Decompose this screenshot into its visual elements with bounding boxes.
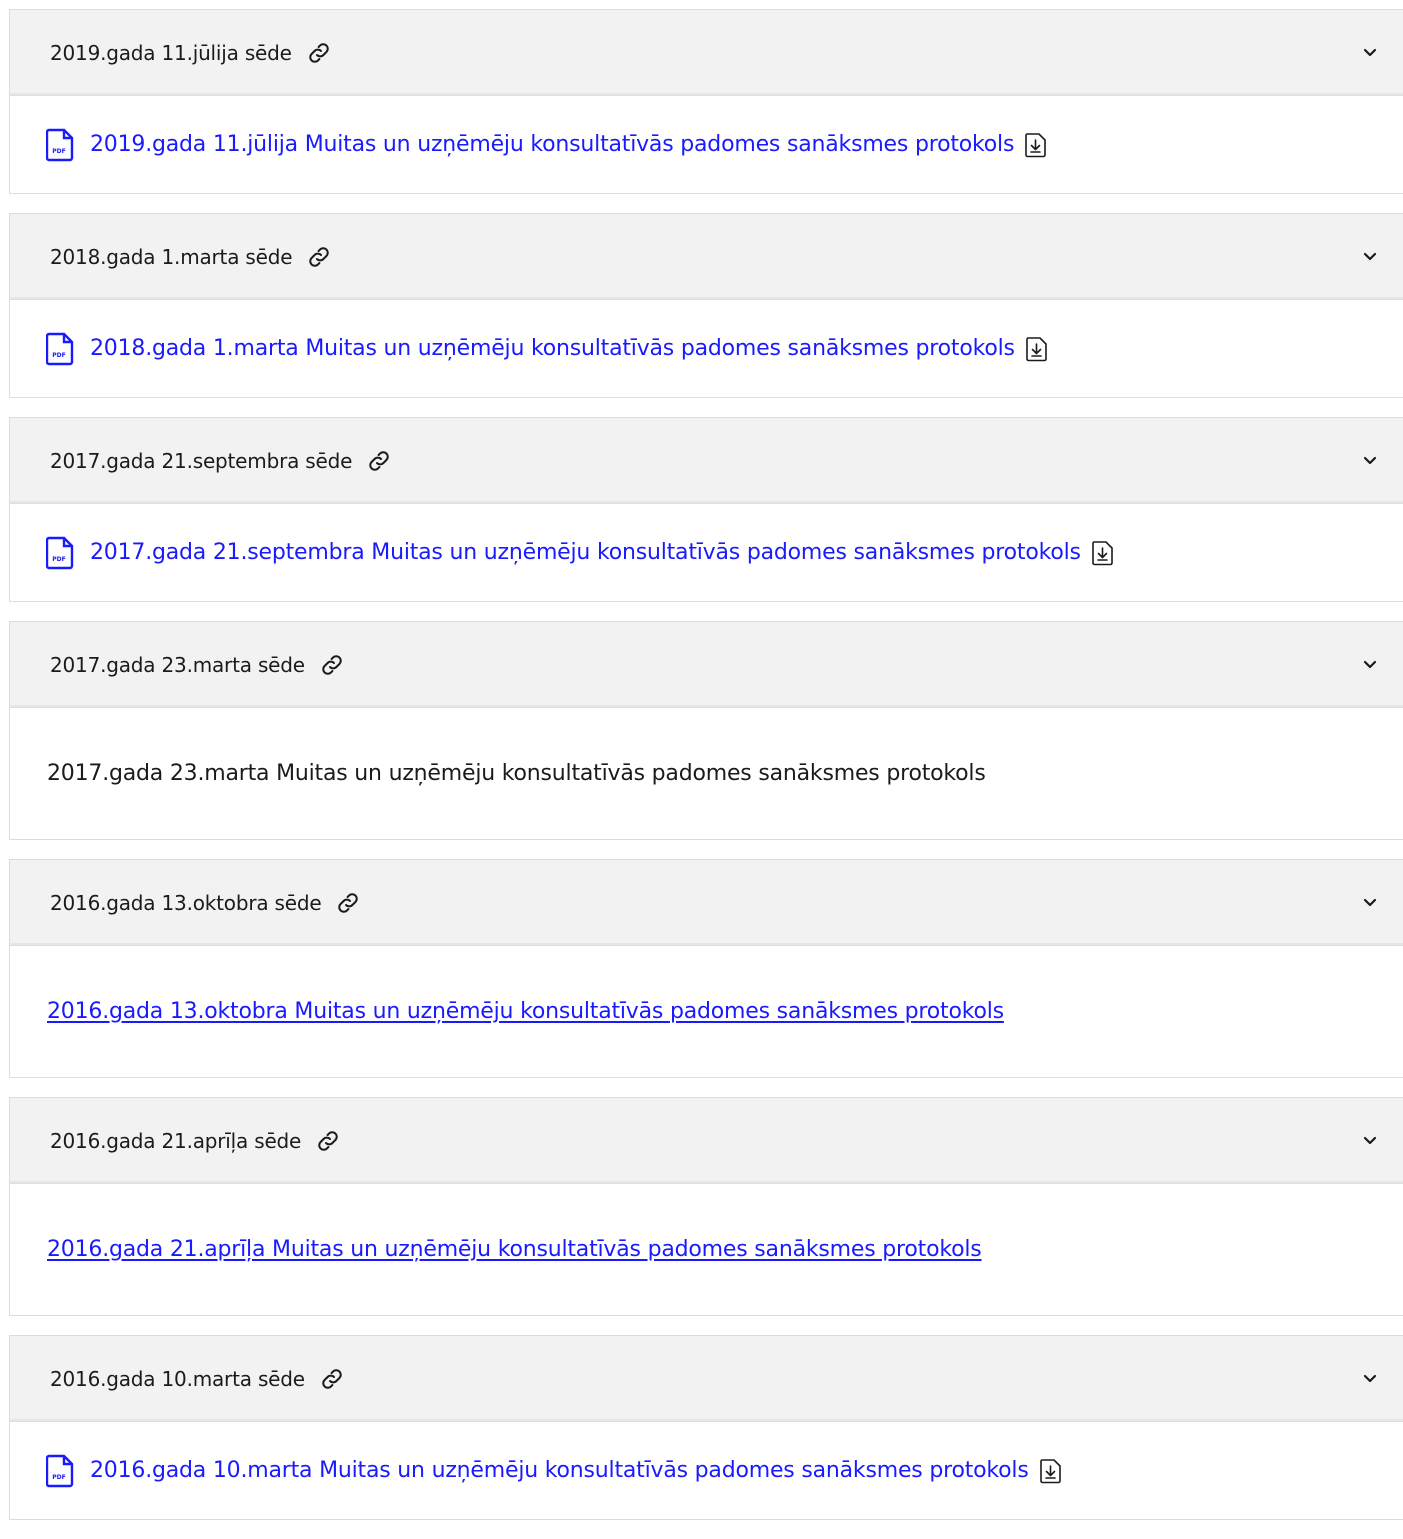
accordion-item: 2018.gada 1.marta sēde PDF 2018.gada 1.m…	[9, 213, 1403, 398]
link-icon[interactable]	[319, 1366, 345, 1392]
chevron-down-icon[interactable]	[1361, 1370, 1379, 1388]
accordion-body: 2017.gada 23.marta Muitas un uzņēmēju ko…	[10, 708, 1403, 839]
link-icon[interactable]	[315, 1128, 341, 1154]
accordion-header[interactable]: 2019.gada 11.jūlija sēde	[10, 10, 1403, 96]
download-icon[interactable]	[1024, 132, 1048, 158]
accordion-header[interactable]: 2016.gada 21.aprīļa sēde	[10, 1098, 1403, 1184]
svg-text:PDF: PDF	[52, 556, 65, 563]
link-icon[interactable]	[319, 652, 345, 678]
meeting-title: 2019.gada 11.jūlija sēde	[50, 40, 292, 65]
accordion-body: 2016.gada 13.oktobra Muitas un uzņēmēju …	[10, 946, 1403, 1077]
pdf-file-icon: PDF	[46, 536, 74, 569]
chevron-down-icon[interactable]	[1361, 452, 1379, 470]
link-icon[interactable]	[306, 244, 332, 270]
accordion-header[interactable]: 2016.gada 13.oktobra sēde	[10, 860, 1403, 946]
accordion-item: 2016.gada 10.marta sēde PDF 2016.gada 10…	[9, 1335, 1403, 1520]
accordion-item: 2017.gada 21.septembra sēde PDF 2017.gad…	[9, 417, 1403, 602]
protocol-link[interactable]: 2017.gada 21.septembra Muitas un uzņēmēj…	[90, 540, 1081, 565]
meeting-title: 2017.gada 23.marta sēde	[50, 652, 305, 677]
meeting-title: 2016.gada 10.marta sēde	[50, 1366, 305, 1391]
meeting-title: 2016.gada 13.oktobra sēde	[50, 890, 322, 915]
pdf-file-icon: PDF	[46, 332, 74, 365]
meeting-title: 2018.gada 1.marta sēde	[50, 244, 293, 269]
accordion-body: PDF 2019.gada 11.jūlija Muitas un uzņēmē…	[10, 96, 1403, 193]
svg-text:PDF: PDF	[52, 148, 65, 155]
pdf-file-icon: PDF	[46, 128, 74, 161]
chevron-down-icon[interactable]	[1361, 1132, 1379, 1150]
link-icon[interactable]	[335, 890, 361, 916]
download-icon[interactable]	[1039, 1458, 1063, 1484]
accordion-body: PDF 2016.gada 10.marta Muitas un uzņēmēj…	[10, 1422, 1403, 1519]
download-icon[interactable]	[1025, 336, 1049, 362]
protocol-link[interactable]: 2016.gada 10.marta Muitas un uzņēmēju ko…	[90, 1458, 1029, 1483]
pdf-file-icon: PDF	[46, 1454, 74, 1487]
meeting-title: 2016.gada 21.aprīļa sēde	[50, 1128, 302, 1153]
link-icon[interactable]	[366, 448, 392, 474]
accordion-item: 2016.gada 21.aprīļa sēde 2016.gada 21.ap…	[9, 1097, 1403, 1316]
protocol-link[interactable]: 2018.gada 1.marta Muitas un uzņēmēju kon…	[90, 336, 1015, 361]
protocol-link[interactable]: 2016.gada 13.oktobra Muitas un uzņēmēju …	[47, 999, 1004, 1024]
svg-text:PDF: PDF	[52, 1474, 65, 1481]
download-icon[interactable]	[1091, 540, 1115, 566]
chevron-down-icon[interactable]	[1361, 44, 1379, 62]
accordion-header[interactable]: 2017.gada 23.marta sēde	[10, 622, 1403, 708]
accordion-header[interactable]: 2018.gada 1.marta sēde	[10, 214, 1403, 300]
chevron-down-icon[interactable]	[1361, 248, 1379, 266]
accordion-item: 2019.gada 11.jūlija sēde PDF 2019.gada 1…	[9, 9, 1403, 194]
svg-text:PDF: PDF	[52, 352, 65, 359]
protocol-link[interactable]: 2019.gada 11.jūlija Muitas un uzņēmēju k…	[90, 132, 1014, 157]
accordion-item: 2017.gada 23.marta sēde 2017.gada 23.mar…	[9, 621, 1403, 840]
accordion-body: 2016.gada 21.aprīļa Muitas un uzņēmēju k…	[10, 1184, 1403, 1315]
accordion-body: PDF 2018.gada 1.marta Muitas un uzņēmēju…	[10, 300, 1403, 397]
accordion-header[interactable]: 2017.gada 21.septembra sēde	[10, 418, 1403, 504]
accordion-item: 2016.gada 13.oktobra sēde 2016.gada 13.o…	[9, 859, 1403, 1078]
link-icon[interactable]	[306, 40, 332, 66]
protocol-text: 2017.gada 23.marta Muitas un uzņēmēju ko…	[47, 761, 986, 786]
chevron-down-icon[interactable]	[1361, 894, 1379, 912]
meeting-title: 2017.gada 21.septembra sēde	[50, 448, 353, 473]
accordion-body: PDF 2017.gada 21.septembra Muitas un uzņ…	[10, 504, 1403, 601]
chevron-down-icon[interactable]	[1361, 656, 1379, 674]
accordion-header[interactable]: 2016.gada 10.marta sēde	[10, 1336, 1403, 1422]
meetings-accordion: 2019.gada 11.jūlija sēde PDF 2019.gada 1…	[9, 9, 1403, 1539]
protocol-link[interactable]: 2016.gada 21.aprīļa Muitas un uzņēmēju k…	[47, 1237, 982, 1262]
